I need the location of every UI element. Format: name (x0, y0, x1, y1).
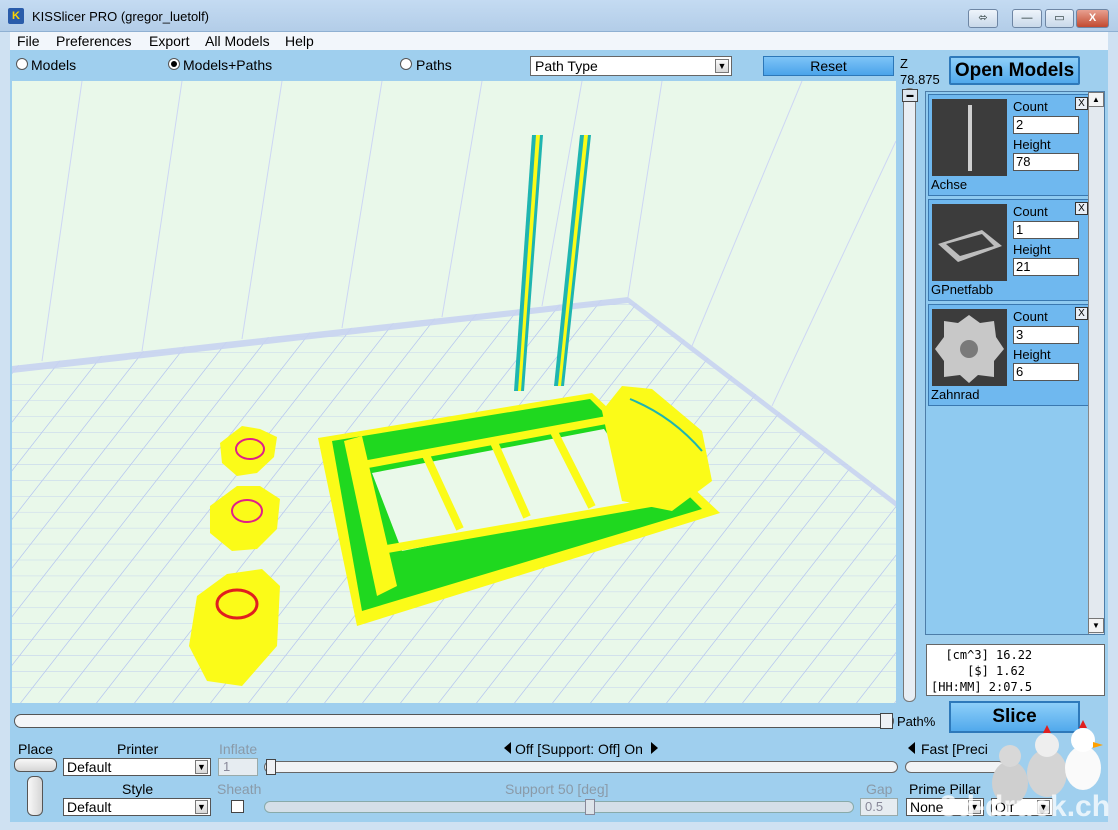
height-input[interactable]: 21 (1013, 258, 1079, 276)
model-thumbnail-zahnrad (932, 309, 1007, 386)
menu-preferences[interactable]: Preferences (56, 33, 131, 49)
inflate-input: 1 (218, 758, 258, 776)
close-button[interactable]: X (1076, 9, 1109, 28)
count-label: Count (1013, 99, 1048, 114)
scroll-up-icon[interactable]: ▲ (1088, 92, 1104, 107)
model-name: Zahnrad (931, 387, 980, 402)
model-card-zahnrad[interactable]: Zahnrad Count 3 Height 6 X (928, 304, 1089, 406)
stat-cost: [$] 1.62 (931, 664, 1025, 678)
model-thumbnail-gpnetfabb (932, 204, 1007, 281)
maximize-button[interactable]: ▭ (1045, 9, 1074, 28)
path-percent-thumb[interactable] (880, 713, 893, 729)
chevron-down-icon: ▼ (715, 59, 729, 73)
style-value: Default (67, 799, 112, 815)
inflate-label: Inflate (219, 741, 258, 757)
menu-all-models[interactable]: All Models (205, 33, 270, 49)
support-angle-label: Support 50 [deg] (505, 781, 609, 797)
arrow-right-icon[interactable] (651, 742, 658, 754)
height-input[interactable]: 6 (1013, 363, 1079, 381)
model-card-gpnetfabb[interactable]: GPnetfabb Count 1 Height 21 X (928, 199, 1089, 301)
app-icon: K (8, 8, 24, 24)
count-input[interactable]: 1 (1013, 221, 1079, 239)
gap-label: Gap (866, 781, 893, 797)
menu-help[interactable]: Help (285, 33, 314, 49)
chevron-down-icon: ▼ (195, 760, 208, 774)
support-slider-thumb[interactable] (266, 759, 276, 775)
viewport-render (12, 81, 896, 703)
chevron-down-icon: ▼ (195, 800, 208, 814)
radio-models-label: Models (31, 57, 77, 73)
remove-model-button[interactable]: X (1075, 97, 1088, 110)
window-title: KISSlicer PRO (gregor_luetolf) (32, 9, 210, 24)
sheath-label: Sheath (217, 781, 262, 797)
radio-models[interactable] (16, 58, 28, 70)
place-vertical-button[interactable] (27, 776, 43, 816)
stat-time: [HH:MM] 2:07.5 (931, 680, 1033, 694)
printer-select[interactable]: Default ▼ (63, 758, 211, 776)
path-type-select[interactable]: Path Type ▼ (530, 56, 732, 76)
place-button[interactable] (14, 758, 57, 772)
printer-value: Default (67, 759, 112, 775)
model-name: Achse (931, 177, 968, 192)
remove-model-button[interactable]: X (1075, 202, 1088, 215)
prime-pillar-value: None (910, 799, 944, 815)
minimize-button[interactable]: — (1012, 9, 1042, 28)
radio-paths-label: Paths (416, 57, 452, 73)
support-angle-slider (264, 801, 854, 813)
path-type-value: Path Type (535, 58, 598, 74)
height-label: Height (1013, 242, 1051, 257)
model-name: GPnetfabb (931, 282, 994, 297)
height-label: Height (1013, 347, 1051, 362)
stats-box: [cm^3] 16.22 [$] 1.62 [HH:MM] 2:07.5 (926, 644, 1105, 696)
z-slider-thumb[interactable]: ▬ (902, 89, 918, 102)
count-input[interactable]: 2 (1013, 116, 1079, 134)
support-toggle-label: Off [Support: Off] On (515, 741, 643, 757)
watermark-text: 3d-druck.ch (940, 790, 1111, 823)
count-label: Count (1013, 309, 1048, 324)
scroll-down-icon[interactable]: ▼ (1088, 618, 1104, 633)
model-list-scrollbar[interactable] (1088, 92, 1104, 634)
place-label: Place (18, 741, 54, 757)
menu-file[interactable]: File (17, 33, 40, 49)
speed-toggle-label: Fast [Preci (921, 741, 988, 757)
arrow-left-icon[interactable] (504, 742, 511, 754)
count-label: Count (1013, 204, 1048, 219)
count-input[interactable]: 3 (1013, 326, 1079, 344)
stat-volume: [cm^3] 16.22 (931, 648, 1033, 662)
z-label: Z (900, 56, 908, 71)
height-input[interactable]: 78 (1013, 153, 1079, 171)
printer-label: Printer (117, 741, 159, 757)
remove-model-button[interactable]: X (1075, 307, 1088, 320)
z-slider[interactable] (903, 88, 916, 702)
height-label: Height (1013, 137, 1051, 152)
z-value: 78.875 (900, 72, 940, 87)
menu-export[interactable]: Export (149, 33, 189, 49)
3d-viewport[interactable] (12, 81, 896, 703)
arrow-left-icon[interactable] (908, 742, 915, 754)
path-percent-label: Path% (897, 714, 936, 729)
model-list: Achse Count 2 Height 78 X GPnetfabb Coun… (925, 91, 1105, 635)
model-card-achse[interactable]: Achse Count 2 Height 78 X (928, 94, 1089, 196)
support-slider[interactable] (264, 761, 898, 773)
style-label: Style (122, 781, 154, 797)
path-percent-slider[interactable] (14, 714, 894, 728)
radio-models-paths[interactable] (168, 58, 180, 70)
sheath-checkbox[interactable] (231, 800, 244, 813)
window-extra-button[interactable]: ⬄ (968, 9, 998, 28)
support-angle-thumb (585, 799, 595, 815)
model-thumbnail-achse (932, 99, 1007, 176)
radio-models-paths-label: Models+Paths (183, 57, 273, 73)
style-select[interactable]: Default ▼ (63, 798, 211, 816)
gap-input: 0.5 (860, 798, 898, 816)
radio-paths[interactable] (400, 58, 412, 70)
reset-button[interactable]: Reset (763, 56, 894, 76)
open-models-button[interactable]: Open Models (949, 56, 1080, 85)
